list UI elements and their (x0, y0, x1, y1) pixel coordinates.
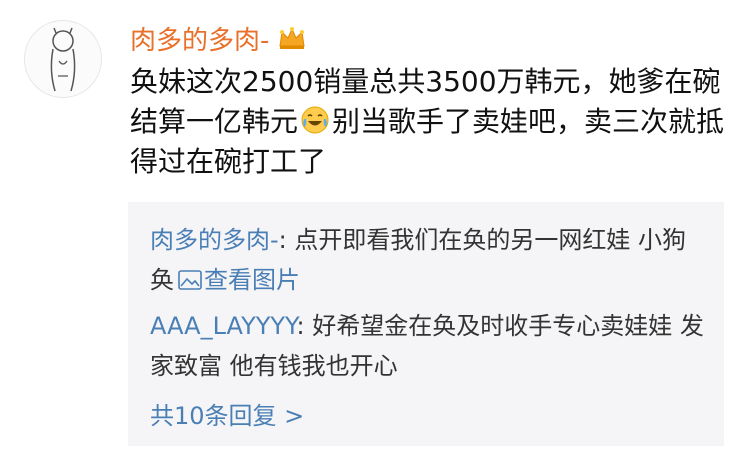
reply-item[interactable]: AAA_LAYYYY: 好希望金在奂及时收手专心卖娃娃 发家致富 他有钱我也开心 (150, 306, 710, 386)
comment-username[interactable]: 肉多的多肉- (130, 20, 307, 56)
crown-icon (279, 27, 305, 49)
avatar[interactable] (24, 20, 102, 98)
more-replies-link[interactable]: 共10条回复 > (150, 396, 304, 436)
laughing-crying-emoji-icon (301, 106, 329, 134)
view-image-link[interactable]: 查看图片 (204, 266, 300, 294)
reply-username[interactable]: 肉多的多肉- (150, 226, 279, 254)
comment-text: 奂妹这次2500销量总共3500万韩元，她爹在碗结算一亿韩元 别当歌手了卖娃吧，… (130, 62, 730, 182)
reply-item[interactable]: 肉多的多肉-: 点开即看我们在奂的另一网红娃 小狗奂 查看图片 (150, 220, 710, 300)
reply-separator: : (278, 226, 295, 254)
image-icon[interactable] (178, 269, 202, 291)
replies-panel: 肉多的多肉-: 点开即看我们在奂的另一网红娃 小狗奂 查看图片 AAA_LAYY… (128, 202, 724, 446)
reply-username[interactable]: AAA_LAYYYY (150, 312, 297, 340)
avatar-image (50, 27, 76, 92)
reply-separator: : (296, 312, 313, 340)
username-text[interactable]: 肉多的多肉- (130, 20, 269, 57)
